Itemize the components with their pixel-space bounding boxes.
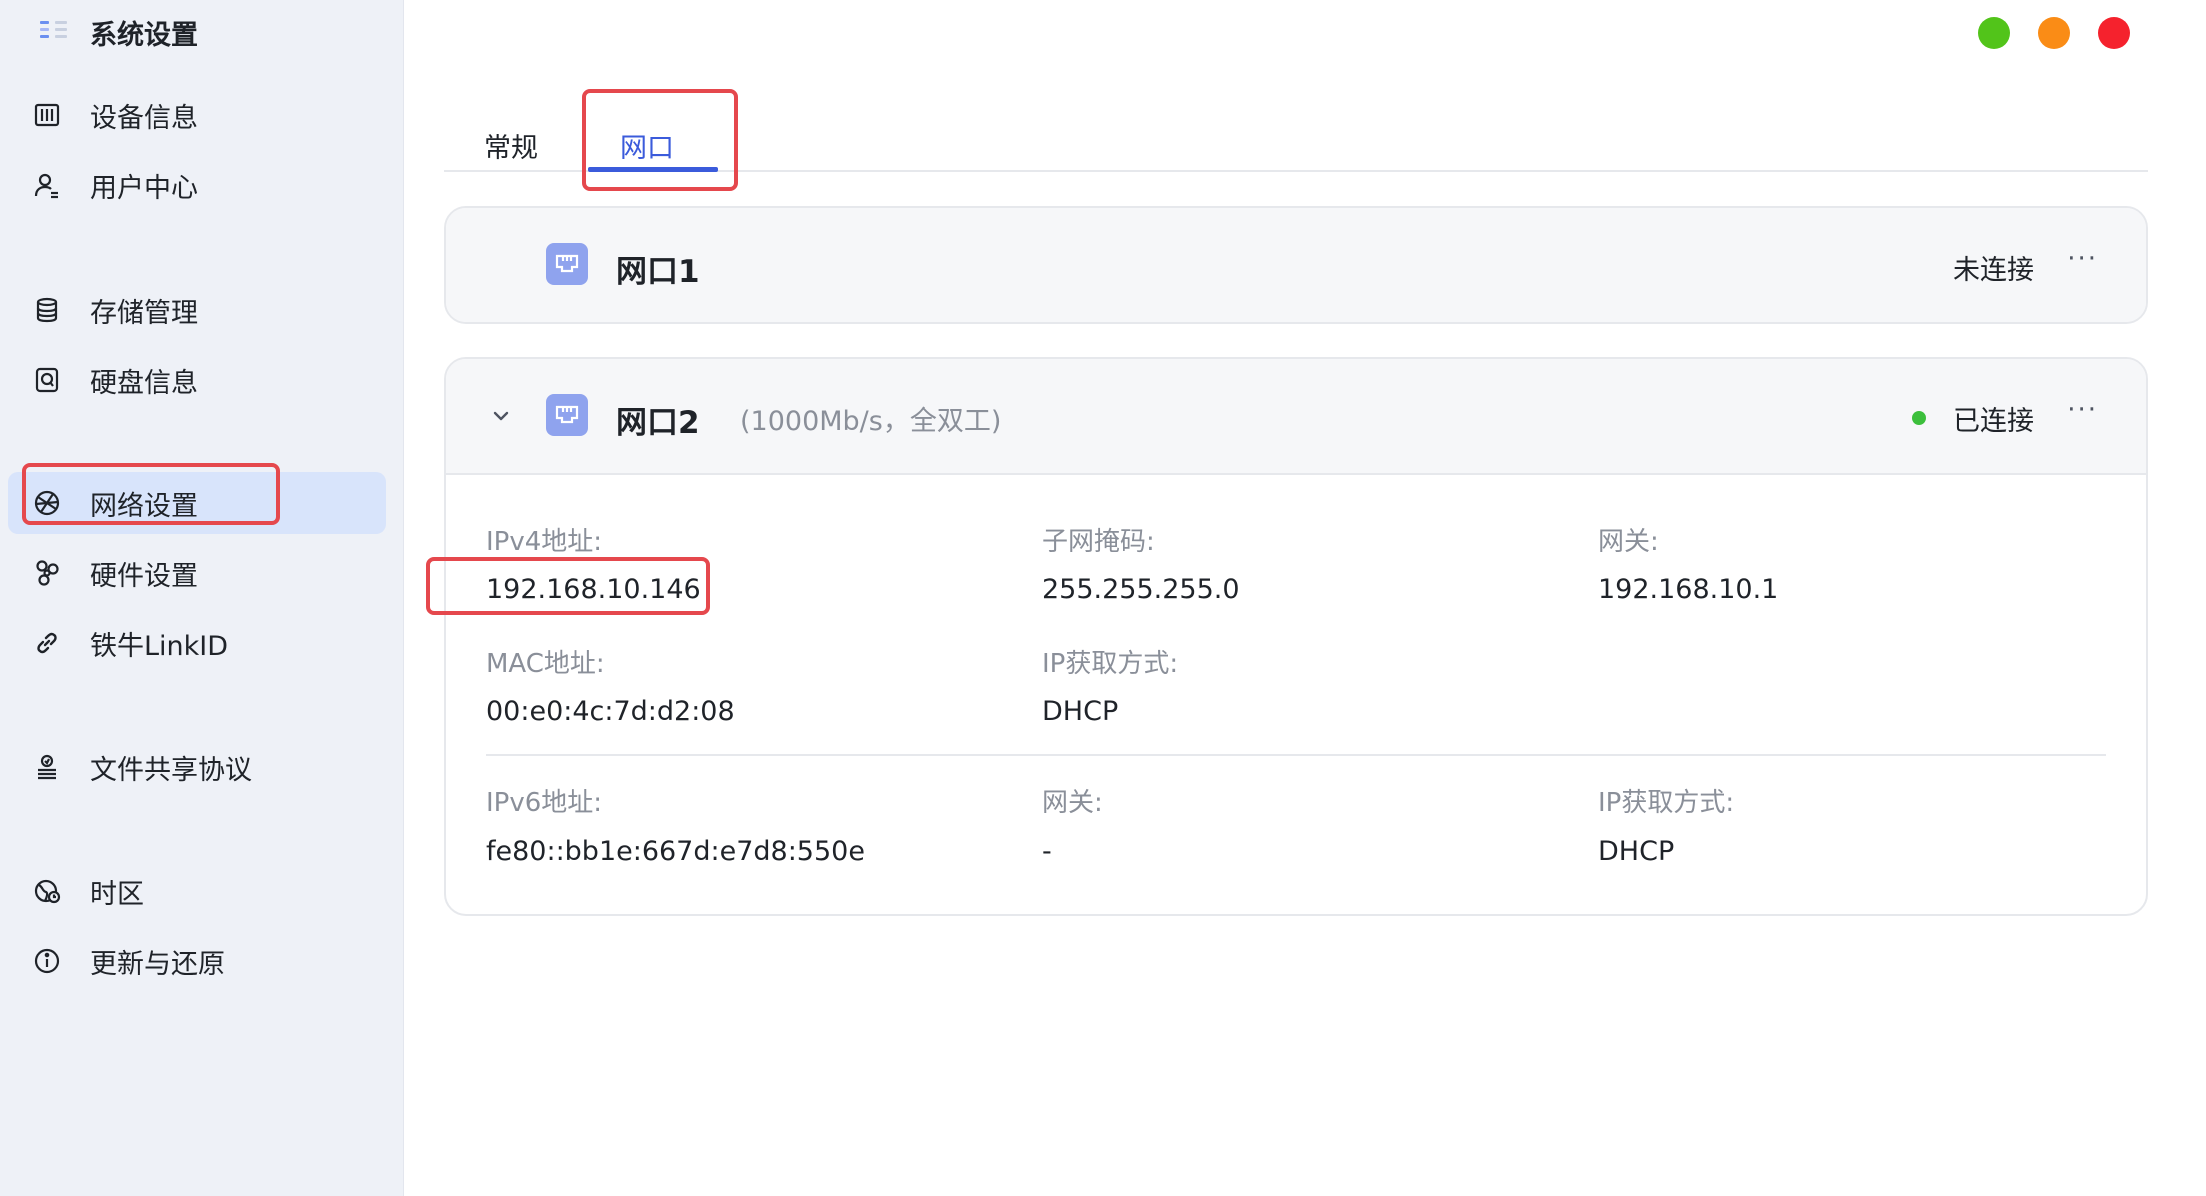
port-speed: (1000Mb/s，全双工) bbox=[740, 406, 1002, 437]
hardware-icon bbox=[30, 556, 64, 590]
sidebar-item-label: 硬件设置 bbox=[90, 560, 198, 592]
active-tab-indicator bbox=[588, 167, 718, 172]
sidebar-item-label: 更新与还原 bbox=[90, 948, 225, 980]
ipv4-method-label: IP获取方式: bbox=[1042, 649, 1179, 679]
info-icon bbox=[30, 944, 64, 978]
port-status: 已连接 bbox=[1953, 406, 2034, 437]
sidebar-item-label: 铁牛LinkID bbox=[90, 630, 229, 662]
status-dot bbox=[1912, 411, 1926, 425]
sidebar-item-linkid[interactable]: 铁牛LinkID bbox=[8, 612, 386, 674]
network-icon bbox=[30, 486, 64, 520]
ipv4-address-label: IPv4地址: bbox=[486, 527, 603, 557]
sidebar-item-file-share[interactable]: 文件共享协议 bbox=[8, 736, 386, 798]
port-card-header[interactable]: 网口1 未连接 ··· bbox=[446, 208, 2146, 322]
ipv6-address-value: fe80::bb1e:667d:e7d8:550e bbox=[486, 836, 865, 867]
subnet-mask-value: 255.255.255.0 bbox=[1042, 574, 1240, 605]
chevron-down-icon[interactable] bbox=[488, 403, 514, 429]
sidebar-item-label: 网络设置 bbox=[90, 490, 198, 522]
ipv6-address-label: IPv6地址: bbox=[486, 788, 603, 818]
sidebar-item-label: 用户中心 bbox=[90, 172, 198, 204]
sidebar-item-storage[interactable]: 存储管理 bbox=[8, 279, 386, 341]
sidebar-item-hardware[interactable]: 硬件设置 bbox=[8, 542, 386, 604]
app-title: 系统设置 bbox=[90, 19, 198, 51]
section-divider bbox=[486, 754, 2106, 756]
more-options-button[interactable]: ··· bbox=[2067, 244, 2098, 274]
app-header: 系统设置 bbox=[38, 14, 198, 51]
ipv6-method-label: IP获取方式: bbox=[1598, 788, 1735, 818]
database-icon bbox=[30, 293, 64, 327]
ipv6-method-value: DHCP bbox=[1598, 836, 1675, 867]
port-card-2: 网口2 (1000Mb/s，全双工) 已连接 ··· IPv4地址: 192.1… bbox=[444, 357, 2148, 916]
window-maximize-button[interactable] bbox=[2038, 17, 2070, 49]
mac-address-value: 00:e0:4c:7d:d2:08 bbox=[486, 696, 735, 727]
app-logo-icon bbox=[38, 16, 70, 48]
tab-ports[interactable]: 网口 bbox=[620, 126, 674, 165]
disk-icon bbox=[30, 363, 64, 397]
ipv6-gateway-value: - bbox=[1042, 836, 1052, 867]
user-icon bbox=[30, 168, 64, 202]
port-details: IPv4地址: 192.168.10.146 子网掩码: 255.255.255… bbox=[446, 473, 2146, 914]
link-icon bbox=[30, 626, 64, 660]
sidebar: 系统设置 设备信息 用户中心 存储管理 硬盘信息 网络设置 硬件设置 铁牛Lin… bbox=[0, 0, 404, 1196]
tab-bar: 常规 网口 bbox=[444, 90, 2148, 172]
window-minimize-button[interactable] bbox=[1978, 17, 2010, 49]
share-icon bbox=[30, 750, 64, 784]
ethernet-port-icon bbox=[546, 394, 588, 436]
tab-general[interactable]: 常规 bbox=[484, 126, 538, 165]
sidebar-item-label: 存储管理 bbox=[90, 297, 198, 329]
ethernet-port-icon bbox=[546, 243, 588, 285]
sidebar-item-label: 文件共享协议 bbox=[90, 754, 252, 786]
ipv4-address-value: 192.168.10.146 bbox=[486, 574, 701, 605]
sidebar-item-user-center[interactable]: 用户中心 bbox=[8, 154, 386, 216]
mac-address-label: MAC地址: bbox=[486, 649, 605, 679]
sidebar-item-update-restore[interactable]: 更新与还原 bbox=[8, 930, 386, 992]
sidebar-item-device-info[interactable]: 设备信息 bbox=[8, 84, 386, 146]
sidebar-item-label: 硬盘信息 bbox=[90, 367, 198, 399]
device-info-icon bbox=[30, 98, 64, 132]
port-name: 网口2 bbox=[616, 405, 700, 441]
ipv6-gateway-label: 网关: bbox=[1042, 788, 1103, 818]
sidebar-item-label: 时区 bbox=[90, 878, 144, 910]
globe-icon bbox=[30, 874, 64, 908]
sidebar-item-label: 设备信息 bbox=[90, 102, 198, 134]
ipv4-gateway-label: 网关: bbox=[1598, 527, 1659, 557]
port-card-1: 网口1 未连接 ··· bbox=[444, 206, 2148, 324]
port-card-header[interactable]: 网口2 (1000Mb/s，全双工) 已连接 ··· bbox=[446, 359, 2146, 473]
window-close-button[interactable] bbox=[2098, 17, 2130, 49]
more-options-button[interactable]: ··· bbox=[2067, 395, 2098, 425]
port-name: 网口1 bbox=[616, 254, 700, 290]
ipv4-method-value: DHCP bbox=[1042, 696, 1119, 727]
sidebar-item-timezone[interactable]: 时区 bbox=[8, 860, 386, 922]
ipv4-gateway-value: 192.168.10.1 bbox=[1598, 574, 1779, 605]
port-status: 未连接 bbox=[1953, 255, 2034, 286]
settings-window: 系统设置 设备信息 用户中心 存储管理 硬盘信息 网络设置 硬件设置 铁牛Lin… bbox=[0, 0, 2206, 1196]
sidebar-item-network[interactable]: 网络设置 bbox=[8, 472, 386, 534]
subnet-mask-label: 子网掩码: bbox=[1042, 527, 1155, 557]
sidebar-item-disk-info[interactable]: 硬盘信息 bbox=[8, 349, 386, 411]
